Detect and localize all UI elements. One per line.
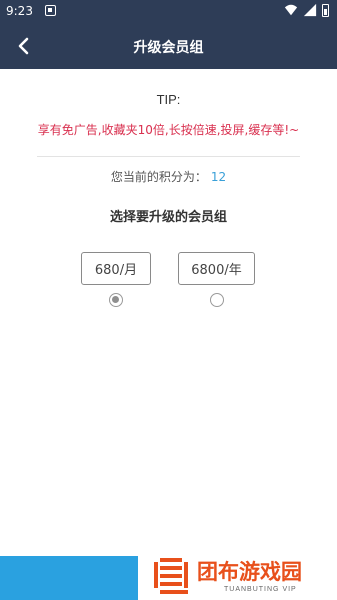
- points-line: 您当前的积分为： 12: [0, 168, 337, 185]
- page-title: 升级会员组: [133, 40, 204, 56]
- status-icons: [284, 3, 329, 17]
- status-bar: 9:23: [0, 0, 337, 23]
- points-label: 您当前的积分为：: [110, 170, 207, 184]
- watermark-logo-icon: [154, 558, 188, 594]
- watermark: 团布游戏园 TUANBUTING VIP: [150, 553, 337, 600]
- status-time: 9:23: [6, 4, 33, 18]
- signal-icon: [303, 3, 317, 17]
- radio-monthly[interactable]: [109, 293, 123, 307]
- battery-icon: [322, 3, 329, 17]
- divider: [37, 156, 300, 157]
- option-monthly-label: 680/月: [94, 263, 138, 278]
- notification-icon: [45, 5, 56, 16]
- points-value: 12: [210, 170, 227, 184]
- radio-yearly[interactable]: [210, 293, 224, 307]
- tip-text: 享有免广告,收藏夹10倍,长按倍速,投屏,缓存等!~: [37, 123, 300, 137]
- option-yearly[interactable]: 6800/年: [178, 252, 255, 285]
- title-bar: 升级会员组: [0, 23, 337, 69]
- watermark-subtext: TUANBUTING VIP: [224, 586, 297, 593]
- option-yearly-label: 6800/年: [191, 263, 242, 278]
- select-group-heading: 选择要升级的会员组: [109, 210, 227, 225]
- wifi-icon: [284, 4, 298, 16]
- bottom-bar: [0, 556, 138, 600]
- watermark-text: 团布游戏园: [197, 560, 302, 584]
- option-monthly[interactable]: 680/月: [81, 252, 151, 285]
- tip-heading: TIP:: [156, 92, 181, 107]
